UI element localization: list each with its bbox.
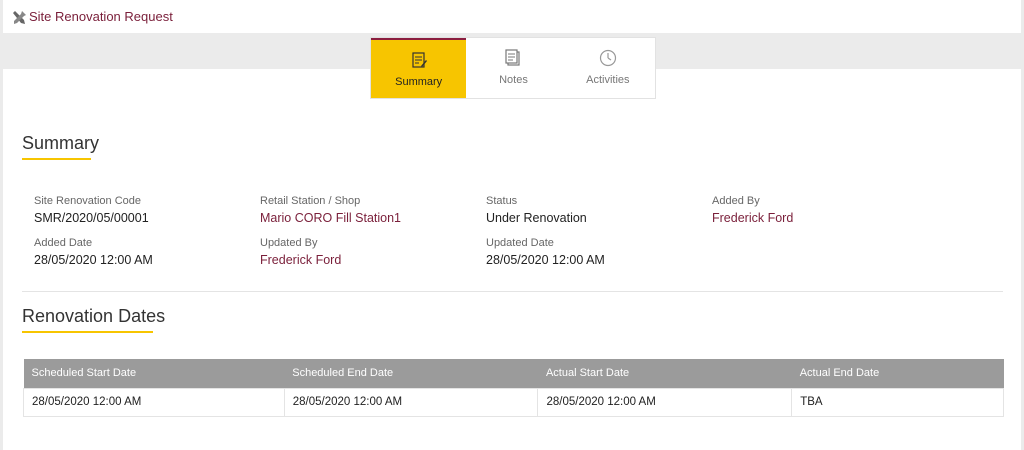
status-label: Status xyxy=(486,195,518,207)
renovation-dates-heading-underline xyxy=(22,331,153,333)
scheduled-end-date-cell: 28/05/2020 12:00 AM xyxy=(283,387,539,417)
tab-notes-label: Notes xyxy=(499,74,528,86)
updated-by-link[interactable]: Frederick Ford xyxy=(260,253,341,267)
renovation-dates-table: Scheduled Start Date Scheduled End Date … xyxy=(23,359,1004,417)
added-date-label: Added Date xyxy=(34,237,93,249)
added-by-link[interactable]: Frederick Ford xyxy=(712,211,793,225)
site-renovation-code-label: Site Renovation Code xyxy=(34,195,142,207)
actual-start-date-cell: 28/05/2020 12:00 AM xyxy=(537,387,793,417)
retail-station-link[interactable]: Mario CORO Fill Station1 xyxy=(260,211,401,225)
tab-activities-label: Activities xyxy=(586,74,630,86)
added-by-label: Added By xyxy=(712,195,760,207)
tab-summary[interactable]: Summary xyxy=(371,38,467,98)
tab-bar: Summary Notes Activities xyxy=(370,37,656,99)
summary-heading: Summary xyxy=(22,133,100,153)
updated-by-label: Updated By xyxy=(260,237,318,249)
tab-activities[interactable]: Activities xyxy=(561,38,655,98)
column-header: Scheduled End Date xyxy=(284,359,538,388)
scheduled-start-date-cell: 28/05/2020 12:00 AM xyxy=(23,387,285,417)
site-renovation-code-value: SMR/2020/05/00001 xyxy=(34,211,149,225)
updated-date-value: 28/05/2020 12:00 AM xyxy=(486,253,605,267)
clock-icon xyxy=(599,49,616,67)
column-header: Actual Start Date xyxy=(537,359,792,388)
clipboard-edit-icon xyxy=(412,52,427,68)
summary-heading-underline xyxy=(22,158,91,160)
section-divider xyxy=(22,291,1003,292)
tools-icon xyxy=(13,11,26,24)
added-date-value: 28/05/2020 12:00 AM xyxy=(34,253,153,267)
tab-notes[interactable]: Notes xyxy=(466,38,560,98)
renovation-dates-heading: Renovation Dates xyxy=(22,306,166,326)
updated-date-label: Updated Date xyxy=(486,237,554,249)
retail-station-label: Retail Station / Shop xyxy=(260,195,361,207)
notes-icon xyxy=(505,49,521,66)
table-header-row: Scheduled Start Date Scheduled End Date … xyxy=(23,359,1004,388)
tab-summary-label: Summary xyxy=(395,76,443,88)
status-value: Under Renovation xyxy=(486,211,587,225)
page-title[interactable]: Site Renovation Request xyxy=(29,9,173,24)
column-header: Scheduled Start Date xyxy=(23,359,285,388)
top-bar: Site Renovation Request xyxy=(3,0,1021,33)
column-header: Actual End Date xyxy=(791,359,1004,388)
table-row: 28/05/2020 12:00 AM 28/05/2020 12:00 AM … xyxy=(23,387,1004,417)
actual-end-date-cell: TBA xyxy=(791,387,1004,417)
